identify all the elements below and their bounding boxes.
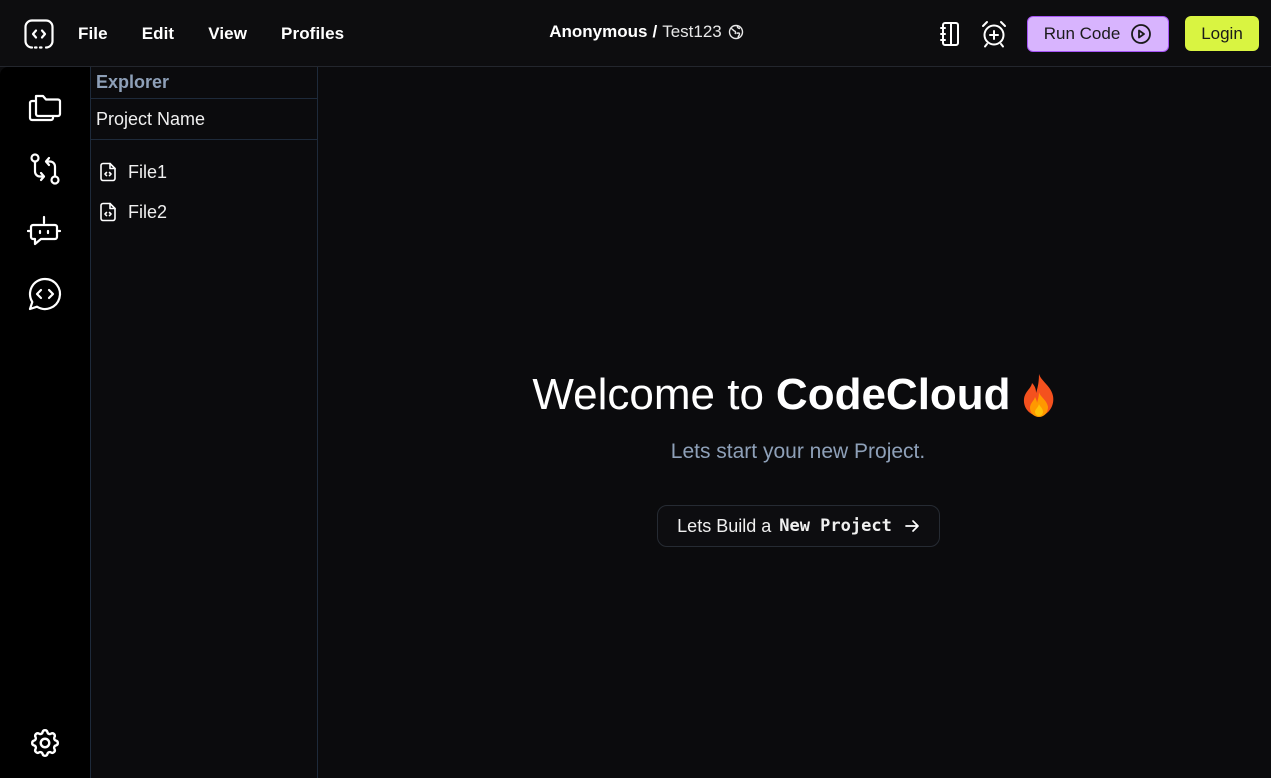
login-button[interactable]: Login bbox=[1185, 16, 1259, 51]
file-item-file2[interactable]: File2 bbox=[91, 192, 317, 232]
run-code-button[interactable]: Run Code bbox=[1027, 16, 1169, 52]
fire-icon bbox=[1021, 372, 1057, 418]
file-name: File1 bbox=[128, 161, 168, 182]
globe-icon bbox=[728, 24, 744, 40]
arrow-right-icon bbox=[904, 518, 920, 534]
file-code-icon bbox=[98, 162, 118, 182]
welcome-subtitle: Lets start your new Project. bbox=[670, 440, 926, 463]
project-name[interactable]: Project Name bbox=[91, 99, 317, 140]
welcome-heading: Welcome to CodeCloud bbox=[318, 370, 1271, 420]
folders-icon[interactable] bbox=[26, 88, 64, 126]
breadcrumb-project[interactable]: Test123 bbox=[662, 22, 722, 42]
new-project-button[interactable]: Lets Build a New Project bbox=[657, 505, 940, 547]
explorer-panel: Explorer Project Name File1 File2 bbox=[90, 67, 318, 778]
breadcrumb-owner[interactable]: Anonymous bbox=[549, 22, 647, 42]
gear-icon[interactable] bbox=[26, 724, 64, 762]
file-code-icon bbox=[98, 202, 118, 222]
bot-icon[interactable] bbox=[26, 212, 64, 250]
file-name: File2 bbox=[128, 201, 168, 222]
main-editor-area: Welcome to CodeCloud Lets start your new… bbox=[318, 67, 1271, 778]
welcome-prefix: Welcome to bbox=[532, 370, 764, 419]
top-bar: File Edit View Profiles Anonymous / Test… bbox=[0, 0, 1271, 67]
app-window: File Edit View Profiles Anonymous / Test… bbox=[0, 0, 1271, 778]
cta-prefix: Lets Build a bbox=[677, 515, 772, 536]
file-item-file1[interactable]: File1 bbox=[91, 152, 317, 192]
run-code-label: Run Code bbox=[1043, 24, 1121, 43]
file-list: File1 File2 bbox=[91, 140, 317, 232]
notebook-icon[interactable] bbox=[934, 17, 966, 51]
breadcrumb-separator: / bbox=[652, 22, 658, 41]
activity-bar bbox=[0, 67, 90, 778]
code-chat-icon[interactable] bbox=[26, 275, 64, 313]
brand-name: CodeCloud bbox=[775, 370, 1011, 419]
play-circle-icon bbox=[1130, 23, 1152, 45]
cta-bold: New Project bbox=[779, 516, 892, 536]
git-compare-icon[interactable] bbox=[26, 150, 64, 188]
explorer-title: Explorer bbox=[91, 67, 317, 99]
alarm-plus-icon[interactable] bbox=[978, 17, 1010, 51]
